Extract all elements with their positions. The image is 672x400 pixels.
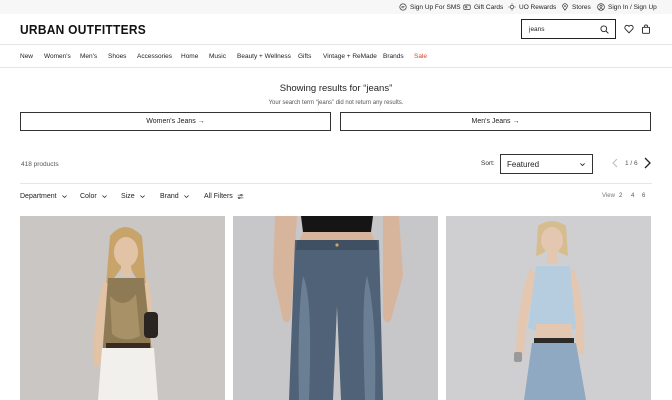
chevron-down-icon: [139, 195, 145, 199]
results-title: Showing results for “jeans”: [279, 83, 393, 94]
gift-card-icon: [463, 4, 471, 10]
site-header: URBAN OUTFITTERS jeans: [0, 14, 672, 44]
nav-item-mens[interactable]: Men's: [80, 53, 97, 60]
nav-item-vintage-remade[interactable]: Vintage + ReMade: [323, 53, 377, 60]
sign-in-link[interactable]: Sign In / Sign Up: [597, 3, 657, 11]
mens-jeans-button[interactable]: Men's Jeans →: [340, 112, 651, 131]
chat-icon: [399, 3, 407, 11]
view-option-6[interactable]: 6: [642, 193, 645, 199]
rewards-icon: [508, 3, 516, 11]
previous-page-icon[interactable]: [611, 158, 619, 168]
nav-item-home[interactable]: Home: [181, 53, 198, 60]
site-logo[interactable]: URBAN OUTFITTERS: [20, 22, 146, 37]
product-card-3[interactable]: [446, 216, 651, 400]
nav-item-brands[interactable]: Brands: [383, 53, 404, 60]
chevron-down-icon: [183, 195, 189, 199]
bag-icon[interactable]: [641, 24, 651, 34]
results-subtitle: Your search term “jeans” did not return …: [268, 100, 404, 106]
nav-item-new[interactable]: New: [20, 53, 33, 60]
stores-link[interactable]: Stores: [561, 3, 591, 11]
chevron-down-icon: [101, 195, 107, 199]
view-option-4[interactable]: 4: [631, 193, 634, 199]
search-input[interactable]: jeans: [521, 19, 616, 39]
location-pin-icon: [562, 3, 568, 11]
gift-cards-link[interactable]: Gift Cards: [463, 3, 503, 11]
page-indicator: 1 / 6: [625, 160, 638, 167]
nav-item-accessories[interactable]: Accessories: [137, 53, 172, 60]
sms-label: Sign Up For SMS: [410, 3, 461, 11]
all-filters-label: All Filters: [204, 193, 233, 200]
uo-rewards-label: UO Rewards: [519, 3, 557, 11]
product-image-3: [446, 216, 651, 400]
filter-brand[interactable]: Brand: [160, 193, 190, 200]
product-card-1[interactable]: [20, 216, 225, 400]
uo-rewards-link[interactable]: UO Rewards: [508, 3, 556, 11]
chevron-down-icon: [61, 195, 67, 199]
product-card-2[interactable]: [233, 216, 438, 400]
filter-all-filters[interactable]: All Filters: [204, 193, 244, 200]
utility-bar: Sign Up For SMS Gift Cards UO Rewards St…: [0, 0, 672, 14]
product-count: 418 products: [21, 161, 59, 168]
sort-value: Featured: [507, 159, 540, 169]
sort-select[interactable]: Featured: [500, 154, 593, 174]
divider: [20, 183, 652, 184]
search-icon[interactable]: [600, 25, 609, 34]
nav-item-shoes[interactable]: Shoes: [108, 53, 126, 60]
filter-color-label: Color: [80, 193, 97, 200]
sort-label: Sort:: [481, 160, 495, 167]
heart-icon[interactable]: [624, 24, 634, 34]
filter-color[interactable]: Color: [80, 193, 108, 200]
filter-size-label: Size: [121, 193, 135, 200]
womens-jeans-button[interactable]: Women's Jeans →: [20, 112, 331, 131]
nav-item-womens[interactable]: Women's: [44, 53, 71, 60]
sliders-icon: [237, 194, 244, 199]
nav-item-beauty-wellness[interactable]: Beauty + Wellness: [237, 53, 291, 60]
product-image-1: [20, 216, 225, 400]
search-value: jeans: [529, 25, 545, 33]
main-nav: New Women's Men's Shoes Accessories Home…: [0, 44, 672, 68]
nav-item-sale[interactable]: Sale: [414, 53, 427, 60]
filter-size[interactable]: Size: [121, 193, 146, 200]
sms-signup-link[interactable]: Sign Up For SMS: [399, 3, 461, 11]
sign-in-label: Sign In / Sign Up: [608, 3, 657, 11]
filter-brand-label: Brand: [160, 193, 179, 200]
stores-label: Stores: [572, 3, 591, 11]
filter-department[interactable]: Department: [20, 193, 68, 200]
view-option-2[interactable]: 2: [619, 193, 622, 199]
product-image-2: [233, 216, 438, 400]
view-label: View: [602, 193, 615, 199]
nav-item-music[interactable]: Music: [209, 53, 226, 60]
filter-department-label: Department: [20, 193, 57, 200]
user-icon: [597, 3, 605, 11]
next-page-icon[interactable]: [643, 157, 652, 169]
gift-cards-label: Gift Cards: [474, 3, 504, 11]
chevron-down-icon: [580, 163, 585, 167]
nav-item-gifts[interactable]: Gifts: [298, 53, 311, 60]
